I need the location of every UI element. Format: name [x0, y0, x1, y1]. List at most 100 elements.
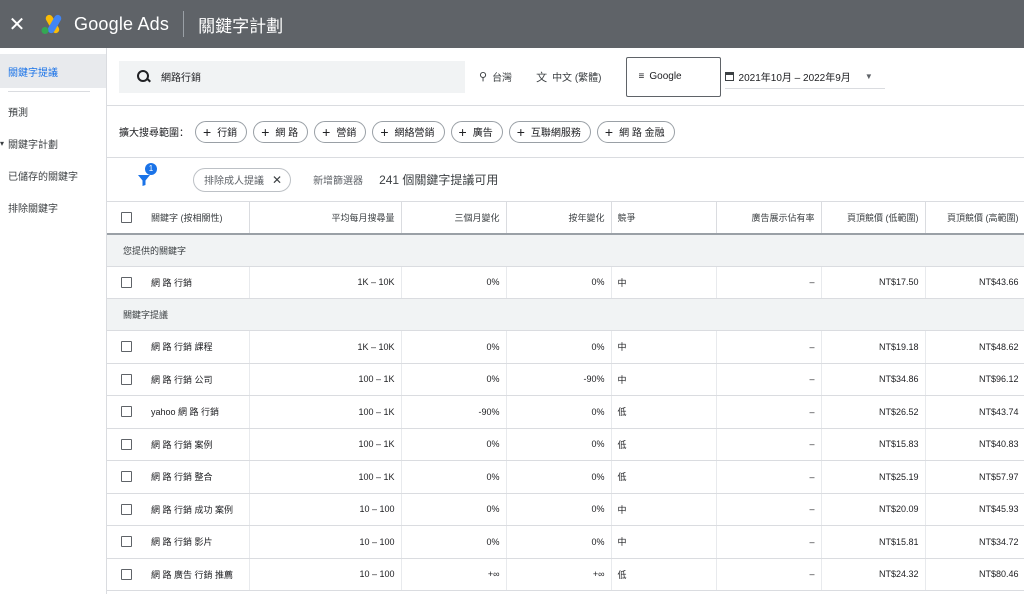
add-filter-button[interactable]: 新增篩選器	[313, 172, 363, 187]
cell-top-bid-high: NT$48.62	[925, 330, 1024, 364]
calendar-icon	[724, 71, 734, 81]
top-app-bar: ✕ Google Ads 關鍵字計劃	[0, 0, 1024, 48]
chip-label: 廣告	[472, 128, 493, 139]
filter-icon[interactable]: 1	[137, 162, 157, 187]
cell-three-month-change: 0%	[401, 493, 507, 526]
select-all-checkbox[interactable]	[107, 202, 145, 235]
cell-three-month-change: 0%	[401, 330, 507, 364]
row-checkbox[interactable]	[107, 363, 145, 396]
chip-label: 網絡營銷	[394, 128, 435, 139]
header-top-bid-high[interactable]: 頁頂競價 (高範圍)	[925, 202, 1024, 235]
cell-yoy-change: +∞	[506, 558, 612, 591]
row-checkbox[interactable]	[107, 460, 145, 494]
cell-top-bid-low: NT$19.18	[821, 330, 926, 364]
row-checkbox[interactable]	[107, 493, 145, 526]
suggestion-chip[interactable]: + 營銷	[314, 120, 367, 143]
chip-label: 營銷	[336, 128, 357, 139]
cell-avg-searches: 100 – 1K	[249, 363, 402, 396]
suggestion-chip[interactable]: + 網 路	[253, 120, 309, 143]
language-selector[interactable]: 文中文 (繁體)	[536, 69, 601, 85]
header-competition[interactable]: 競爭	[611, 202, 717, 235]
group-label: 您提供的關鍵字	[107, 234, 1024, 267]
close-icon[interactable]: ✕	[0, 12, 34, 37]
header-yoy-change[interactable]: 按年變化	[506, 202, 612, 235]
cell-keyword: 網 路 行銷 案例	[145, 428, 250, 461]
cell-top-bid-low: NT$26.52	[821, 395, 926, 429]
caret-down-icon: ▾	[0, 138, 5, 148]
row-checkbox[interactable]	[107, 330, 145, 364]
page-title: 關鍵字計劃	[198, 16, 284, 36]
suggestion-chip[interactable]: + 網 路 金融	[596, 120, 675, 143]
cell-yoy-change: -90%	[506, 363, 612, 396]
cell-top-bid-low: NT$15.83	[821, 428, 926, 461]
cell-keyword: 網 路 行銷	[145, 266, 250, 299]
sidebar-item-saved-keywords[interactable]: 已儲存的關鍵字	[0, 159, 106, 191]
cell-top-bid-high: NT$80.46	[925, 558, 1024, 591]
table-row: 網 路 廣告 行銷 推薦 10 – 100 +∞ +∞ 低 – NT$24.32 NT$80.…	[107, 558, 1024, 591]
broaden-search-row: 擴大搜尋範圍： + 行銷 + 網 路 + 營銷 + 網絡營銷 + 廣告 + 互聯網服務 + 網…	[107, 106, 1024, 158]
cell-top-bid-high: NT$45.93	[925, 493, 1024, 526]
date-range-selector[interactable]: 2021年10月 – 2022年9月 ▼	[724, 65, 885, 89]
cell-keyword: 網 路 行銷 課程	[145, 330, 250, 364]
suggestion-chip[interactable]: + 網絡營銷	[372, 120, 445, 143]
group-row-ideas: 關鍵字提議	[107, 298, 1024, 331]
sidebar-item-forecast[interactable]: 預測	[0, 95, 106, 127]
sidebar-item-label: 已儲存的關鍵字	[8, 171, 78, 183]
cell-avg-searches: 100 – 1K	[249, 395, 402, 429]
sidebar: 關鍵字提議 預測 ▾ 關鍵字計劃 已儲存的關鍵字 排除關鍵字	[0, 48, 106, 594]
header-top-bid-low[interactable]: 頁頂競價 (低範圍)	[821, 202, 926, 235]
plus-icon: +	[516, 123, 525, 140]
location-selector[interactable]: ⚲ 台灣	[479, 69, 512, 84]
network-selector[interactable]: ≡ Google	[625, 56, 721, 97]
cell-top-bid-low: NT$34.86	[821, 363, 926, 396]
filter-chip-exclude-adult[interactable]: 排除成人提議 ✕	[193, 167, 292, 192]
cell-top-bid-low: NT$25.19	[821, 460, 926, 494]
cell-yoy-change: 0%	[506, 330, 612, 364]
header-three-month-change[interactable]: 三個月變化	[401, 202, 507, 235]
row-checkbox[interactable]	[107, 428, 145, 461]
keyword-count: 241 個關鍵字提議可用	[379, 173, 499, 187]
suggestion-chip[interactable]: + 廣告	[450, 120, 503, 143]
cell-yoy-change: 0%	[506, 428, 612, 461]
search-value: 網路行銷	[161, 73, 201, 84]
translate-icon: 文	[536, 71, 548, 84]
row-checkbox[interactable]	[107, 525, 145, 559]
suggestion-chip[interactable]: + 互聯網服務	[508, 120, 591, 143]
search-row: 網路行銷 ⚲ 台灣 文中文 (繁體) ≡ Google 2021年10月 – 202…	[107, 48, 1024, 106]
cell-keyword: yahoo 網 路 行銷	[145, 395, 250, 429]
table-row: 網 路 行銷 1K – 10K 0% 0% 中 – NT$17.50 NT$43.66	[107, 266, 1024, 299]
filter-chip-label: 排除成人提議	[204, 176, 264, 187]
header-avg-searches[interactable]: 平均每月搜尋量	[249, 202, 402, 235]
cell-keyword: 網 路 廣告 行銷 推薦	[145, 558, 250, 591]
dropdown-arrow-icon: ▼	[864, 71, 873, 81]
cell-top-bid-high: NT$40.83	[925, 428, 1024, 461]
location-label: 台灣	[492, 73, 513, 84]
row-checkbox[interactable]	[107, 395, 145, 429]
header-ad-impression-share[interactable]: 廣告展示佔有率	[716, 202, 822, 235]
cell-ad-impression-share: –	[716, 558, 822, 591]
search-input[interactable]: 網路行銷	[119, 60, 465, 93]
sidebar-item-negative-keywords[interactable]: 排除關鍵字	[0, 191, 106, 223]
filter-count-badge: 1	[145, 162, 157, 175]
header-keyword[interactable]: 關鍵字 (按相關性)	[145, 202, 250, 235]
language-label: 中文 (繁體)	[552, 73, 602, 84]
cell-top-bid-high: NT$43.66	[925, 266, 1024, 299]
remove-filter-icon[interactable]: ✕	[272, 173, 282, 187]
search-icon	[137, 69, 151, 84]
row-checkbox[interactable]	[107, 266, 145, 299]
row-checkbox[interactable]	[107, 558, 145, 591]
cell-keyword: 網 路 行銷 公司	[145, 363, 250, 396]
cell-yoy-change: 0%	[506, 525, 612, 559]
cell-ad-impression-share: –	[716, 395, 822, 429]
cell-yoy-change: 0%	[506, 395, 612, 429]
sidebar-item-keyword-plan[interactable]: ▾ 關鍵字計劃	[0, 127, 106, 159]
suggestion-chip[interactable]: + 行銷	[195, 120, 248, 143]
sidebar-item-label: 預測	[8, 107, 28, 119]
cell-yoy-change: 0%	[506, 493, 612, 526]
brand-name: Google Ads	[74, 13, 170, 34]
cell-competition: 中	[611, 525, 717, 559]
main-content: 網路行銷 ⚲ 台灣 文中文 (繁體) ≡ Google 2021年10月 – 202…	[106, 48, 1024, 594]
sidebar-item-keyword-ideas[interactable]: 關鍵字提議	[0, 54, 106, 88]
cell-competition: 中	[611, 493, 717, 526]
network-label: Google	[649, 71, 682, 82]
